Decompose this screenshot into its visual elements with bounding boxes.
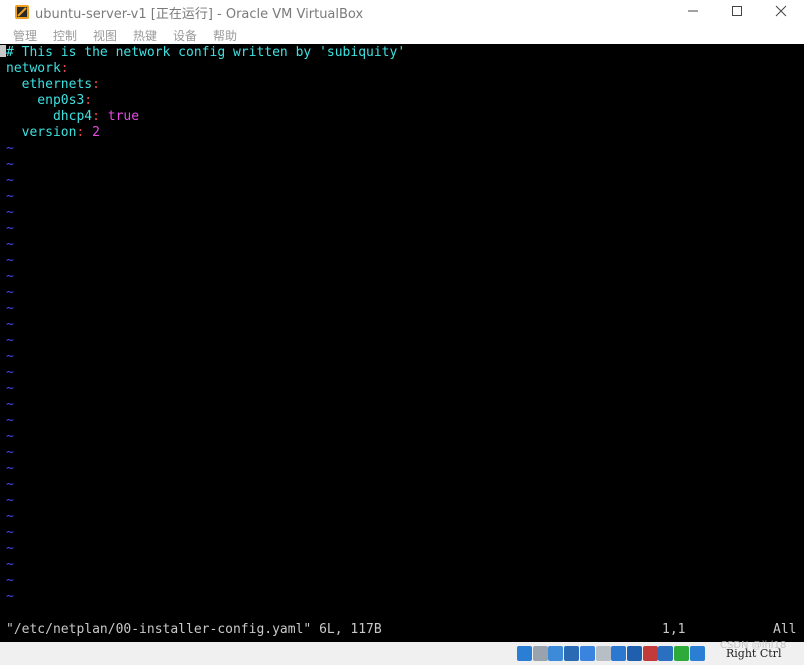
tilde-line: ~ xyxy=(6,285,14,300)
menu-control[interactable]: 控制 xyxy=(53,27,77,44)
tilde-line: ~ xyxy=(6,429,14,444)
editor-line: network: xyxy=(6,61,69,77)
editor-token: : xyxy=(84,93,93,108)
tilde-line: ~ xyxy=(6,333,14,348)
menu-manage[interactable]: 管理 xyxy=(13,27,37,44)
editor-line: dhcp4: true xyxy=(6,109,139,125)
tilde-line: ~ xyxy=(6,157,14,172)
tilde-line: ~ xyxy=(6,205,14,220)
tilde-line: ~ xyxy=(6,317,14,332)
maximize-button[interactable] xyxy=(714,0,760,22)
editor-token: # This is the network config written by … xyxy=(6,45,406,60)
virtualbox-app-icon[interactable] xyxy=(14,4,30,20)
tilde-line: ~ xyxy=(6,349,14,364)
editor-token: enp0s3 xyxy=(6,93,85,108)
usb-icon[interactable] xyxy=(548,646,564,661)
editor-line: enp0s3: xyxy=(6,93,92,109)
minimize-icon xyxy=(688,10,698,12)
editor-token: 2 xyxy=(84,125,100,140)
menu-bar: 管理 控制 视图 热键 设备 帮助 xyxy=(0,26,804,44)
tilde-line: ~ xyxy=(6,301,14,316)
tilde-line: ~ xyxy=(6,509,14,524)
pencil-icon[interactable] xyxy=(579,646,595,661)
virtualbox-window: ubuntu-server-v1 [正在运行] - Oracle VM Virt… xyxy=(0,0,804,665)
tilde-line: ~ xyxy=(6,189,14,204)
tilde-line: ~ xyxy=(6,461,14,476)
editor-line: version: 2 xyxy=(6,125,100,141)
tilde-line: ~ xyxy=(6,381,14,396)
tilde-line: ~ xyxy=(6,477,14,492)
shared-folder-icon[interactable] xyxy=(595,646,611,661)
network-icon[interactable] xyxy=(564,646,580,661)
title-bar: ubuntu-server-v1 [正在运行] - Oracle VM Virt… xyxy=(0,0,804,24)
tilde-line: ~ xyxy=(6,173,14,188)
display-icon[interactable] xyxy=(611,646,627,661)
tilde-line: ~ xyxy=(6,365,14,380)
tilde-line: ~ xyxy=(6,253,14,268)
editor-token: ethernets xyxy=(6,77,93,92)
vim-scroll-percent: All xyxy=(773,622,797,637)
vim-status-file: "/etc/netplan/00-installer-config.yaml" … xyxy=(6,622,382,637)
tilde-line: ~ xyxy=(6,269,14,284)
optical-drive-icon[interactable] xyxy=(532,646,548,661)
close-icon xyxy=(775,5,787,17)
recording-icon[interactable] xyxy=(642,646,658,661)
tilde-line: ~ xyxy=(6,589,14,604)
download-icon[interactable] xyxy=(689,646,705,661)
maximize-icon xyxy=(732,6,742,16)
editor-line: # This is the network config written by … xyxy=(6,45,405,61)
tilde-line: ~ xyxy=(6,573,14,588)
editor-token: dhcp4 xyxy=(6,109,93,124)
tilde-line: ~ xyxy=(6,557,14,572)
editor-token: version xyxy=(6,125,77,140)
tilde-line: ~ xyxy=(6,541,14,556)
tilde-line: ~ xyxy=(6,237,14,252)
host-key-label[interactable]: Right Ctrl xyxy=(726,647,781,660)
close-button[interactable] xyxy=(758,0,804,22)
editor-token: : xyxy=(92,77,100,92)
editor-token: network xyxy=(6,61,61,76)
cpu-icon[interactable] xyxy=(658,646,674,661)
editor-token: : xyxy=(60,61,69,76)
menu-view[interactable]: 视图 xyxy=(93,27,117,44)
editor-token: true xyxy=(99,109,140,124)
tilde-line: ~ xyxy=(6,525,14,540)
menu-help[interactable]: 帮助 xyxy=(213,27,237,44)
minimize-button[interactable] xyxy=(670,0,716,22)
mouse-integration-icon[interactable] xyxy=(674,646,689,661)
tilde-line: ~ xyxy=(6,141,14,156)
editor-token: : xyxy=(92,109,100,124)
menu-devices[interactable]: 设备 xyxy=(173,27,197,44)
vim-cursor-position: 1,1 xyxy=(662,622,686,637)
tilde-line: ~ xyxy=(6,413,14,428)
window-title: ubuntu-server-v1 [正在运行] - Oracle VM Virt… xyxy=(35,7,364,22)
tilde-line: ~ xyxy=(6,221,14,236)
monitor-icon[interactable] xyxy=(626,646,642,661)
menu-hotkey[interactable]: 热键 xyxy=(133,27,157,44)
tilde-line: ~ xyxy=(6,493,14,508)
tilde-line: ~ xyxy=(6,445,14,460)
editor-line: ethernets: xyxy=(6,77,100,93)
vm-screen[interactable]: # This is the network config written by … xyxy=(0,44,804,642)
window-edge-marker xyxy=(0,45,6,57)
tilde-line: ~ xyxy=(6,397,14,412)
vm-status-bar: CSDN @lhl18 Right Ctrl xyxy=(0,640,804,665)
disk-icon[interactable] xyxy=(517,646,532,661)
